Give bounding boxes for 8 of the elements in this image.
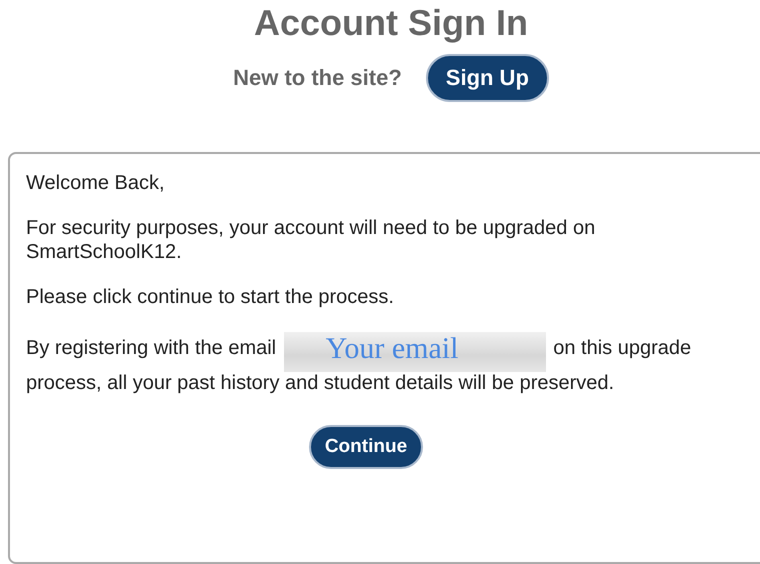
signup-prompt: New to the site?: [233, 65, 402, 91]
page-title: Account Sign In: [254, 2, 528, 44]
paragraph: For security purposes, your account will need to be upgraded on SmartSchoolK12.: [26, 217, 596, 264]
paragraph: Please click continue to start the process.: [26, 286, 395, 310]
paragraph: By registering with the email Your email on this upgrade process, all your past history and student details will be preserved.: [26, 332, 692, 395]
continue-button[interactable]: Continue: [308, 424, 424, 469]
sign-up-button[interactable]: Sign Up: [426, 54, 549, 102]
greeting: Welcome Back,: [26, 172, 166, 196]
